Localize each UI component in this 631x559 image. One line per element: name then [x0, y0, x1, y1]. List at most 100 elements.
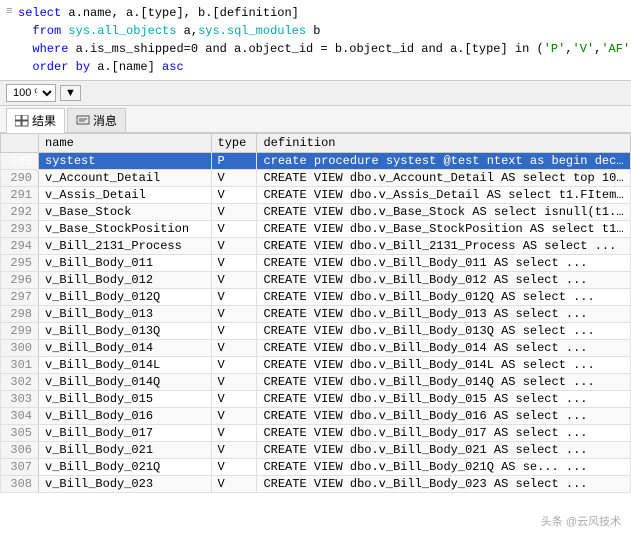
cell-rownum: 308 [1, 476, 39, 493]
grid-icon [15, 115, 29, 127]
table-row[interactable]: 293v_Base_StockPositionV CREATE VIEW dbo… [1, 221, 631, 238]
sql-code-2: from sys.all_objects a,sys.sql_modules b [18, 22, 321, 40]
cell-definition: CREATE VIEW dbo.v_Bill_Body_012Q AS sele… [257, 289, 631, 306]
cell-type: V [211, 170, 257, 187]
tabs-bar: 结果 消息 [0, 106, 631, 133]
cell-rownum: 299 [1, 323, 39, 340]
table-row[interactable]: 296v_Bill_Body_012V CREATE VIEW dbo.v_Bi… [1, 272, 631, 289]
cell-rownum: 290 [1, 170, 39, 187]
cell-name: v_Bill_Body_015 [39, 391, 212, 408]
cell-type: V [211, 425, 257, 442]
table-row[interactable]: 301v_Bill_Body_014LV CREATE VIEW dbo.v_B… [1, 357, 631, 374]
table-row[interactable]: 303v_Bill_Body_015V CREATE VIEW dbo.v_Bi… [1, 391, 631, 408]
table-row[interactable]: 289systestPcreate procedure systest @tes… [1, 153, 631, 170]
watermark: 头条 @云风技术 [541, 513, 621, 529]
cell-type: V [211, 340, 257, 357]
table-row[interactable]: 307v_Bill_Body_021QV CREATE VIEW dbo.v_B… [1, 459, 631, 476]
cell-rownum: 293 [1, 221, 39, 238]
cell-name: v_Bill_Body_013Q [39, 323, 212, 340]
cell-name: v_Account_Detail [39, 170, 212, 187]
cell-definition: create procedure systest @test ntext as … [257, 153, 631, 170]
cell-type: V [211, 408, 257, 425]
col-name: name [39, 134, 212, 153]
cell-definition: CREATE VIEW dbo.v_Bill_Body_013Q AS sele… [257, 323, 631, 340]
tab-results[interactable]: 结果 [6, 108, 65, 133]
cell-type: V [211, 255, 257, 272]
cell-name: v_Bill_Body_016 [39, 408, 212, 425]
cell-type: V [211, 391, 257, 408]
cell-name: v_Bill_Body_021 [39, 442, 212, 459]
line-indicator-1: ≡ [6, 4, 16, 21]
tab-messages[interactable]: 消息 [67, 108, 126, 132]
cell-rownum: 289 [1, 153, 39, 170]
cell-rownum: 301 [1, 357, 39, 374]
table-row[interactable]: 304v_Bill_Body_016V CREATE VIEW dbo.v_Bi… [1, 408, 631, 425]
cell-name: v_Bill_Body_014L [39, 357, 212, 374]
sql-code-1: select a.name, a.[type], b.[definition] [18, 4, 299, 22]
cell-name: v_Bill_2131_Process [39, 238, 212, 255]
cell-type: V [211, 476, 257, 493]
table-row[interactable]: 292v_Base_StockV CREATE VIEW dbo.v_Base_… [1, 204, 631, 221]
col-type: type [211, 134, 257, 153]
cell-rownum: 300 [1, 340, 39, 357]
message-icon [76, 115, 90, 127]
cell-definition: CREATE VIEW dbo.v_Base_StockPosition AS … [257, 221, 631, 238]
cell-definition: CREATE VIEW dbo.v_Bill_Body_014Q AS sele… [257, 374, 631, 391]
zoom-select[interactable]: 100 % [6, 84, 56, 102]
toolbar: 100 % ▼ [0, 81, 631, 106]
results-table: name type definition 289systestPcreate p… [0, 133, 631, 493]
cell-name: v_Bill_Body_011 [39, 255, 212, 272]
cell-type: V [211, 238, 257, 255]
cell-type: V [211, 272, 257, 289]
table-row[interactable]: 299v_Bill_Body_013QV CREATE VIEW dbo.v_B… [1, 323, 631, 340]
table-row[interactable]: 305v_Bill_Body_017V CREATE VIEW dbo.v_Bi… [1, 425, 631, 442]
cell-name: v_Bill_Body_021Q [39, 459, 212, 476]
sql-line-3: where a.is_ms_shipped=0 and a.object_id … [6, 40, 625, 58]
cell-definition: CREATE VIEW dbo.v_Bill_Body_016 AS selec… [257, 408, 631, 425]
cell-definition: CREATE VIEW dbo.v_Account_Detail AS sele… [257, 170, 631, 187]
cell-name: v_Bill_Body_014 [39, 340, 212, 357]
cell-definition: CREATE VIEW dbo.v_Bill_Body_011 AS selec… [257, 255, 631, 272]
cell-rownum: 305 [1, 425, 39, 442]
cell-definition: CREATE VIEW dbo.v_Bill_Body_015 AS selec… [257, 391, 631, 408]
cell-type: V [211, 221, 257, 238]
cell-definition: CREATE VIEW dbo.v_Bill_Body_021Q AS se..… [257, 459, 631, 476]
cell-definition: CREATE VIEW dbo.v_Bill_Body_014L AS sele… [257, 357, 631, 374]
cell-rownum: 294 [1, 238, 39, 255]
cell-rownum: 298 [1, 306, 39, 323]
table-row[interactable]: 308v_Bill_Body_023V CREATE VIEW dbo.v_Bi… [1, 476, 631, 493]
table-row[interactable]: 306v_Bill_Body_021V CREATE VIEW dbo.v_Bi… [1, 442, 631, 459]
table-row[interactable]: 290v_Account_DetailV CREATE VIEW dbo.v_A… [1, 170, 631, 187]
table-row[interactable]: 294v_Bill_2131_ProcessV CREATE VIEW dbo.… [1, 238, 631, 255]
table-row[interactable]: 297v_Bill_Body_012QV CREATE VIEW dbo.v_B… [1, 289, 631, 306]
col-definition: definition [257, 134, 631, 153]
results-container[interactable]: name type definition 289systestPcreate p… [0, 133, 631, 556]
cell-type: V [211, 306, 257, 323]
sql-line-1: ≡ select a.name, a.[type], b.[definition… [6, 4, 625, 22]
table-row[interactable]: 298v_Bill_Body_013V CREATE VIEW dbo.v_Bi… [1, 306, 631, 323]
cell-type: V [211, 374, 257, 391]
table-row[interactable]: 302v_Bill_Body_014QV CREATE VIEW dbo.v_B… [1, 374, 631, 391]
cell-definition: CREATE VIEW dbo.v_Bill_Body_023 AS selec… [257, 476, 631, 493]
cell-type: V [211, 459, 257, 476]
cell-rownum: 303 [1, 391, 39, 408]
sql-code-3: where a.is_ms_shipped=0 and a.object_id … [18, 40, 631, 58]
cell-type: V [211, 357, 257, 374]
cell-rownum: 304 [1, 408, 39, 425]
cell-definition: CREATE VIEW dbo.v_Bill_Body_017 AS selec… [257, 425, 631, 442]
cell-name: v_Bill_Body_012 [39, 272, 212, 289]
cell-type: V [211, 289, 257, 306]
sql-line-2: from sys.all_objects a,sys.sql_modules b [6, 22, 625, 40]
cell-definition: CREATE VIEW dbo.v_Bill_Body_014 AS selec… [257, 340, 631, 357]
cell-name: systest [39, 153, 212, 170]
cell-definition: CREATE VIEW dbo.v_Base_Stock AS select i… [257, 204, 631, 221]
sql-editor[interactable]: ≡ select a.name, a.[type], b.[definition… [0, 0, 631, 81]
zoom-dropdown-btn[interactable]: ▼ [60, 85, 81, 101]
cell-rownum: 296 [1, 272, 39, 289]
table-row[interactable]: 295v_Bill_Body_011V CREATE VIEW dbo.v_Bi… [1, 255, 631, 272]
col-rownum [1, 134, 39, 153]
cell-rownum: 307 [1, 459, 39, 476]
table-row[interactable]: 300v_Bill_Body_014V CREATE VIEW dbo.v_Bi… [1, 340, 631, 357]
tab-messages-label: 消息 [93, 112, 117, 129]
table-row[interactable]: 291v_Assis_DetailV CREATE VIEW dbo.v_Ass… [1, 187, 631, 204]
